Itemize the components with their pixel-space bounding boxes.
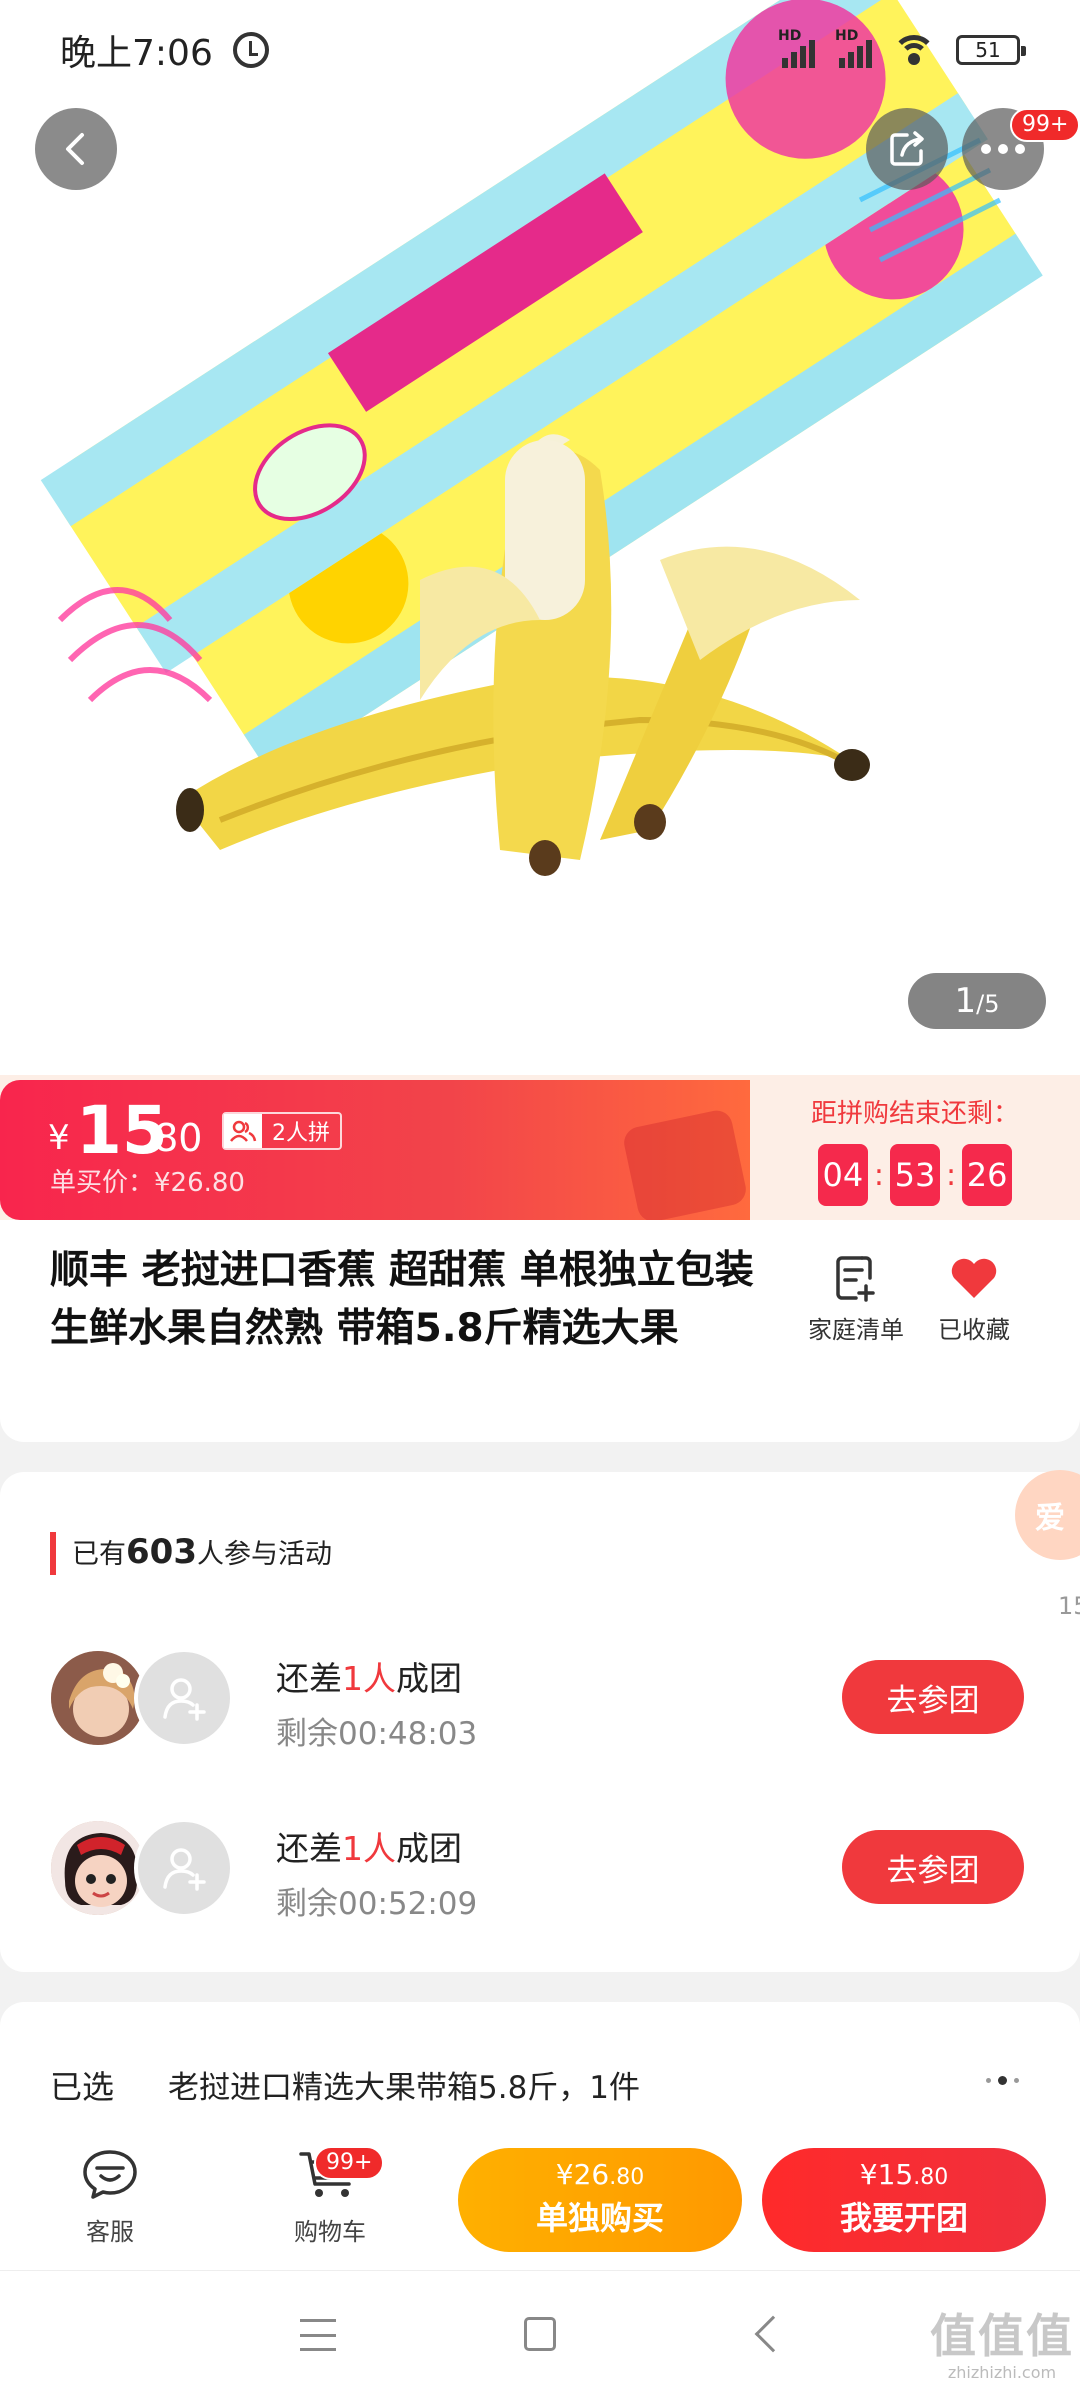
avatar (48, 1648, 148, 1748)
watermark: 值值值 zhizhizhi.com (930, 2311, 1074, 2382)
countdown-sep: : (873, 1157, 884, 1193)
heart-icon (951, 1258, 997, 1298)
bag-decoration (621, 1107, 749, 1220)
price-band: ¥ 15 .80 2人拼 单买价：¥26.80 距拼购结束还剩： 04 : 53… (0, 1075, 1080, 1220)
selected-value: 老挝进口精选大果带箱5.8斤，1件 (168, 2070, 641, 2106)
countdown-seconds: 26 (962, 1144, 1013, 1206)
wifi-icon (892, 33, 936, 67)
countdown-timer: 04 : 53 : 26 (750, 1144, 1080, 1206)
buy-alone-button[interactable]: ¥26.80 单独购买 (458, 2148, 742, 2252)
price-decimal: .80 (142, 1116, 203, 1160)
bottom-action-bar: 客服 购物车 99+ ¥26.80 单独购买 ¥15.80 我要开团 (0, 2120, 1080, 2270)
watermark-main: 值值值 (930, 2309, 1074, 2363)
favorite-button[interactable]: 已收藏 (914, 1250, 1034, 1345)
product-page: 晚上7:06 HD HD 51 99+ 1 /5 ¥ 15 .80 2人拼 单买… (0, 0, 1080, 2400)
back-icon[interactable] (754, 2315, 792, 2353)
start-group-price-main: ¥15 (859, 2158, 914, 2191)
image-counter: 1/5 (908, 973, 1046, 1029)
start-group-label: 我要开团 (839, 2199, 968, 2237)
back-button[interactable] (35, 108, 117, 190)
product-title: 顺丰 老挝进口香蕉 超甜蕉 单根独立包装 生鲜水果自然熟 带箱5.8斤精选大果 (50, 1248, 754, 1351)
group-remaining-time: 剩余00:48:03 (276, 1716, 478, 1752)
share-icon (890, 131, 924, 166)
list-add-icon (836, 1256, 875, 1302)
cellular-signal-icon: HD (778, 28, 815, 68)
participants-count: 603 (126, 1532, 197, 1572)
menu-icon[interactable] (300, 2319, 336, 2351)
battery-level: 51 (975, 38, 1001, 62)
floating-promo-number: 15 (1058, 1592, 1080, 1620)
group-remaining-time: 剩余00:52:09 (276, 1886, 478, 1922)
avatar (48, 1818, 148, 1918)
countdown-hours: 04 (817, 1144, 868, 1206)
group-countdown: 距拼购结束还剩： 04 : 53 : 26 (750, 1075, 1080, 1220)
add-user-icon (163, 1848, 206, 1891)
floating-promo-label: 爱 (1035, 1501, 1065, 1536)
buy-alone-price: ¥26.80 (458, 2158, 742, 2191)
need-count: 1人 (342, 1659, 396, 1698)
group-size-tag: 2人拼 (222, 1112, 342, 1150)
need-count: 1人 (342, 1829, 396, 1868)
participants-header: 已有603人参与活动 (50, 1532, 332, 1575)
group-price-box: ¥ 15 .80 2人拼 单买价：¥26.80 (0, 1080, 750, 1220)
join-group-button[interactable]: 去参团 (842, 1830, 1024, 1904)
start-group-price-decimal: .80 (913, 2165, 949, 2190)
alarm-icon (232, 32, 269, 68)
family-list-label: 家庭清单 (808, 1316, 904, 1344)
join-group-button[interactable]: 去参团 (842, 1660, 1024, 1734)
cellular-signal-icon-2: HD (835, 28, 872, 68)
group-row: 还差1人成团 剩余00:52:09 去参团 (48, 1810, 1038, 1922)
start-group-button[interactable]: ¥15.80 我要开团 (762, 2148, 1046, 2252)
home-icon[interactable] (524, 2317, 556, 2351)
cart-badge: 99+ (314, 2146, 385, 2180)
single-buy-price: 单买价：¥26.80 (50, 1168, 245, 1198)
chevron-left-icon (66, 133, 84, 165)
group-buy-card: 已有603人参与活动 还差1人成团 剩余00:48:03 去参团 还差1人成团 … (0, 1472, 1080, 1972)
watermark-sub: zhizhizhi.com (947, 2363, 1057, 2382)
customer-service-label: 客服 (86, 2218, 134, 2246)
group-need-text: 还差1人成团 (276, 1652, 462, 1700)
system-nav-bar: 值值值 zhizhizhi.com (0, 2270, 1080, 2400)
share-button[interactable] (866, 108, 948, 190)
participants-prefix: 已有 (72, 1539, 126, 1570)
need-suffix: 成团 (396, 1829, 462, 1868)
group-row: 还差1人成团 剩余00:48:03 去参团 (48, 1640, 1038, 1752)
need-prefix: 还差 (276, 1659, 342, 1698)
group-icon (224, 1114, 262, 1148)
chat-face-icon (83, 2150, 137, 2199)
participants-suffix: 人参与活动 (196, 1539, 332, 1570)
selected-label: 已选 (50, 2068, 115, 2106)
hd-label-2: HD (835, 28, 859, 44)
countdown-minutes: 53 (890, 1144, 940, 1206)
group-size-label: 2人拼 (272, 1121, 330, 1146)
countdown-sep: : (946, 1157, 957, 1193)
image-total: /5 (976, 990, 1000, 1018)
customer-service-button[interactable]: 客服 (55, 2144, 165, 2247)
buy-alone-price-main: ¥26 (555, 2158, 610, 2191)
need-suffix: 成团 (396, 1659, 462, 1698)
cart-label: 购物车 (294, 2218, 366, 2246)
product-title-card: 顺丰 老挝进口香蕉 超甜蕉 单根独立包装 生鲜水果自然熟 带箱5.8斤精选大果 … (0, 1220, 1080, 1442)
group-need-text: 还差1人成团 (276, 1822, 462, 1870)
family-list-button[interactable]: 家庭清单 (796, 1250, 916, 1345)
status-bar: 晚上7:06 HD HD 51 (0, 0, 1080, 100)
buy-alone-label: 单独购买 (535, 2199, 664, 2237)
favorite-label: 已收藏 (938, 1316, 1010, 1344)
buy-alone-price-decimal: .80 (609, 2165, 645, 2190)
more-dots-icon (981, 144, 1025, 154)
empty-avatar (134, 1648, 234, 1748)
more-dots-icon[interactable] (986, 2076, 1019, 2085)
message-badge: 99+ (1010, 108, 1080, 142)
need-prefix: 还差 (276, 1829, 342, 1868)
battery-icon: 51 (956, 35, 1026, 65)
start-group-price: ¥15.80 (762, 2158, 1046, 2191)
countdown-label: 距拼购结束还剩： (810, 1099, 1019, 1129)
hd-label: HD (778, 28, 802, 44)
empty-avatar (134, 1818, 234, 1918)
status-time: 晚上7:06 (60, 33, 213, 74)
add-user-icon (163, 1678, 206, 1721)
price-currency: ¥ (48, 1118, 70, 1158)
image-current: 1 (954, 981, 977, 1021)
